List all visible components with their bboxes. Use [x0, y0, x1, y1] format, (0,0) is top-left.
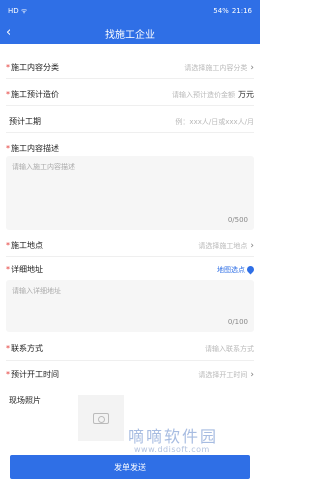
- description-placeholder: 请输入施工内容描述: [12, 163, 75, 171]
- location-pin-icon: [245, 264, 256, 275]
- required-marker: *: [6, 90, 10, 99]
- divider: [6, 78, 254, 79]
- location-placeholder: 请选择施工地点: [198, 241, 248, 250]
- description-label: 施工内容描述: [11, 144, 59, 153]
- start-time-row[interactable]: * 预计开工时间 请选择开工时间 ›: [0, 369, 260, 380]
- address-placeholder: 请输入详细地址: [12, 287, 61, 295]
- photos-row: 现场照片: [0, 395, 260, 406]
- required-marker: *: [6, 370, 10, 379]
- location-select[interactable]: 请选择施工地点 ›: [198, 241, 254, 251]
- status-right: 54% 21:16: [213, 7, 252, 15]
- duration-row[interactable]: 预计工期 例：xxx人/日或xxx人/月: [0, 116, 260, 127]
- battery-level: 54%: [213, 7, 229, 15]
- address-row: * 详细地址 地图选点: [0, 264, 260, 275]
- map-pick-label: 地图选点: [217, 265, 245, 274]
- contact-row[interactable]: * 联系方式 请输入联系方式: [0, 343, 260, 354]
- description-counter: 0/500: [227, 216, 248, 224]
- page-title: 找施工企业: [105, 29, 155, 41]
- start-time-select[interactable]: 请选择开工时间 ›: [198, 370, 254, 380]
- back-arrow-icon[interactable]: ‹: [6, 26, 20, 40]
- description-row: * 施工内容描述: [0, 143, 260, 154]
- required-marker: *: [6, 265, 10, 274]
- watermark: 嘀嘀软件园: [128, 427, 219, 446]
- chevron-right-icon: ›: [250, 62, 254, 73]
- map-pick-link[interactable]: 地图选点: [217, 264, 256, 275]
- content-category-select[interactable]: 请选择施工内容分类 ›: [184, 63, 254, 73]
- budget-label: 施工预计造价: [11, 90, 59, 99]
- status-bar: HD ᯤ 54% 21:16: [0, 0, 260, 22]
- budget-placeholder: 请输入预计造价金额: [172, 90, 235, 99]
- status-left: HD ᯤ: [8, 7, 27, 16]
- budget-row[interactable]: * 施工预计造价 请输入预计造价金额 万元: [0, 89, 260, 100]
- divider: [6, 256, 254, 257]
- divider: [6, 105, 254, 106]
- content-category-row[interactable]: * 施工内容分类 请选择施工内容分类 ›: [0, 62, 260, 73]
- contact-label: 联系方式: [11, 344, 43, 353]
- required-marker: *: [6, 344, 10, 353]
- contact-input[interactable]: 请输入联系方式: [205, 344, 254, 354]
- duration-label: 预计工期: [9, 117, 41, 126]
- budget-unit: 万元: [238, 90, 254, 99]
- location-label: 施工地点: [11, 241, 43, 250]
- address-label: 详细地址: [11, 265, 43, 274]
- start-time-label: 预计开工时间: [11, 370, 59, 379]
- photos-label: 现场照片: [9, 396, 41, 405]
- camera-icon: [93, 412, 109, 424]
- header: ‹ 找施工企业: [0, 22, 260, 44]
- content-category-label: 施工内容分类: [11, 63, 59, 72]
- description-textarea[interactable]: 请输入施工内容描述 0/500: [6, 156, 254, 230]
- duration-input[interactable]: 例：xxx人/日或xxx人/月: [175, 117, 254, 127]
- chevron-right-icon: ›: [250, 369, 254, 380]
- required-marker: *: [6, 144, 10, 153]
- chevron-right-icon: ›: [250, 240, 254, 251]
- start-time-placeholder: 请选择开工时间: [198, 370, 248, 379]
- location-row[interactable]: * 施工地点 请选择施工地点 ›: [0, 240, 260, 251]
- add-photo-button[interactable]: [78, 395, 124, 441]
- content-category-placeholder: 请选择施工内容分类: [184, 63, 248, 72]
- clock: 21:16: [231, 7, 252, 15]
- address-textarea[interactable]: 请输入详细地址 0/100: [6, 280, 254, 332]
- required-marker: *: [6, 63, 10, 72]
- signal-indicator: HD ᯤ: [8, 6, 28, 15]
- address-counter: 0/100: [227, 318, 248, 326]
- divider: [6, 360, 254, 361]
- budget-input[interactable]: 请输入预计造价金额 万元: [172, 89, 254, 100]
- submit-button[interactable]: 发单发送: [10, 455, 250, 479]
- watermark-url: www.ddisoft.com: [134, 445, 210, 454]
- required-marker: *: [6, 241, 10, 250]
- divider: [6, 132, 254, 133]
